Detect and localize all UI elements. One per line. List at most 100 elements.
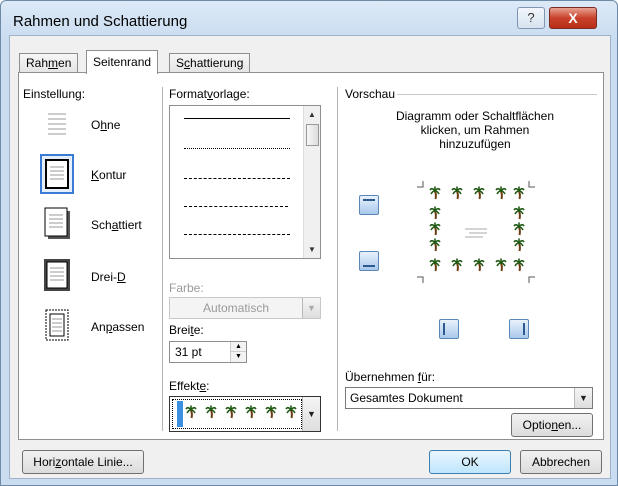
- left-border-button[interactable]: [439, 319, 459, 339]
- uebernehmen-label-text: ür:: [421, 370, 436, 384]
- close-button[interactable]: X: [549, 7, 597, 29]
- farbe-dropdown[interactable]: Automatisch ▼: [169, 297, 321, 319]
- palm-icon: [225, 405, 237, 419]
- preview-diagram[interactable]: [411, 177, 541, 287]
- vorschau-hint-2: klicken, um Rahmen: [420, 123, 530, 137]
- line-style-solid[interactable]: [184, 118, 290, 119]
- palm-icon: [495, 258, 507, 272]
- setting-label: Drei-: [91, 270, 117, 284]
- tab-panel-seitenrand: Einstellung: Ohne Kontur Schattiert Drei…: [18, 72, 604, 440]
- tab-rahmen[interactable]: Rahmen: [19, 53, 79, 73]
- button-label-hotkey: n: [551, 418, 558, 432]
- tab-label: Rah: [26, 56, 49, 70]
- column-divider: [337, 87, 338, 431]
- farbe-label: Farbe:: [169, 281, 204, 295]
- tab-label: hattierung: [190, 56, 244, 70]
- scroll-down-arrow-icon[interactable]: ▼: [308, 245, 316, 254]
- chevron-down-icon[interactable]: ▼: [302, 397, 320, 431]
- line-style-dashed-short[interactable]: [184, 178, 290, 179]
- tab-label: en: [58, 56, 72, 70]
- palm-icon: [451, 186, 463, 200]
- palm-icon: [513, 238, 525, 252]
- button-label: Optio: [522, 418, 552, 432]
- setting-kontur-label: Kontur: [91, 168, 126, 182]
- effekte-selected-art: [172, 399, 302, 429]
- top-border-button[interactable]: [359, 195, 379, 215]
- uebernehmen-value: Gesamtes Dokument: [350, 391, 463, 405]
- spin-up-icon[interactable]: ▲: [230, 342, 246, 352]
- palm-icon: [285, 405, 297, 419]
- formatvorlage-label: Formatvorlage:: [169, 87, 250, 101]
- setting-label: ttiert: [118, 218, 142, 232]
- line-style-dashed[interactable]: [184, 206, 288, 207]
- uebernehmen-label: Übernehmen für:: [345, 370, 435, 384]
- line-style-list[interactable]: ▲ ▼: [169, 105, 321, 259]
- setting-schattiert-icon[interactable]: [41, 204, 73, 242]
- abbrechen-button[interactable]: Abbrechen: [520, 450, 602, 474]
- vorschau-hint-3: hinzuzufügen: [439, 137, 511, 151]
- setting-drei-d-label: Drei-D: [91, 270, 126, 284]
- palm-icon: [429, 206, 441, 220]
- tab-label-hotkey: m: [48, 56, 59, 70]
- bottom-border-button[interactable]: [359, 251, 379, 271]
- vorschau-rule: [397, 94, 597, 95]
- scroll-up-arrow-icon[interactable]: ▲: [308, 110, 316, 119]
- setting-anpassen-icon[interactable]: [41, 306, 73, 344]
- formatvorlage-label-text: Format: [169, 87, 208, 101]
- line-style-scrollbar[interactable]: ▲ ▼: [303, 106, 320, 258]
- palm-icon: [265, 405, 277, 419]
- optionen-button[interactable]: Optionen...: [511, 413, 593, 437]
- effekte-dropdown[interactable]: ▼: [169, 396, 321, 432]
- vorschau-hint-1: Diagramm oder Schaltflächen: [395, 109, 555, 123]
- einstellung-label: Einstellung:: [23, 87, 86, 101]
- line-style-dotted[interactable]: [184, 148, 290, 149]
- scroll-thumb[interactable]: [306, 124, 319, 146]
- palm-border-art: [185, 405, 297, 419]
- palm-icon: [513, 186, 525, 200]
- setting-label: An: [91, 320, 106, 334]
- setting-label: O: [91, 118, 101, 132]
- setting-ohne-icon[interactable]: [41, 105, 73, 143]
- setting-kontur-icon[interactable]: [40, 154, 74, 194]
- setting-drei-d-icon[interactable]: [41, 256, 73, 294]
- tab-label: S: [176, 56, 185, 70]
- setting-anpassen-label: Anpassen: [91, 320, 144, 334]
- title-bar[interactable]: Rahmen und Schattierung ? X: [1, 1, 617, 37]
- column-divider: [162, 87, 163, 431]
- chevron-down-icon[interactable]: ▼: [302, 298, 320, 318]
- window-title: Rahmen und Schattierung: [13, 13, 188, 30]
- button-label: ontale Linie...: [61, 455, 133, 469]
- dialog-client: Rahmen Seitenrand Schattierung Einstellu…: [9, 35, 611, 479]
- tab-seitenrand[interactable]: Seitenrand: [86, 50, 159, 74]
- tab-schattierung[interactable]: Schattierung: [169, 53, 251, 73]
- palm-icon: [429, 186, 441, 200]
- button-label: Hori: [33, 455, 56, 469]
- breite-label-text: e:: [193, 323, 204, 337]
- farbe-value: Automatisch: [202, 301, 270, 315]
- horizontale-linie-button[interactable]: Horizontale Linie...: [22, 450, 144, 474]
- palm-icon: [513, 206, 525, 220]
- setting-schattiert-label: Schattiert: [91, 218, 142, 232]
- line-style-dash-dot[interactable]: [184, 234, 290, 235]
- breite-label-text: Brei: [169, 323, 191, 337]
- palm-icon: [495, 186, 507, 200]
- setting-ohne-label: Ohne: [91, 118, 120, 132]
- uebernehmen-dropdown[interactable]: Gesamtes Dokument ▼: [345, 387, 593, 409]
- setting-label: ontur: [99, 168, 127, 182]
- spin-down-icon[interactable]: ▼: [230, 352, 246, 362]
- palm-icon: [205, 405, 217, 419]
- breite-value: 31 pt: [175, 345, 202, 359]
- setting-label: ne: [107, 118, 121, 132]
- right-border-button[interactable]: [509, 319, 529, 339]
- formatvorlage-label-text: orlage:: [213, 87, 250, 101]
- palm-icon: [185, 405, 197, 419]
- dialog-window: Rahmen und Schattierung ? X Rahmen Seite…: [0, 0, 618, 486]
- vorschau-label: Vorschau: [345, 87, 396, 101]
- palm-icon: [245, 405, 257, 419]
- help-button[interactable]: ?: [517, 7, 545, 29]
- chevron-down-icon[interactable]: ▼: [574, 388, 592, 408]
- setting-label-hotkey: K: [91, 168, 100, 182]
- breite-spinner[interactable]: 31 pt ▲ ▼: [169, 341, 247, 363]
- ok-button[interactable]: OK: [429, 450, 511, 474]
- uebernehmen-label-text: Übernehmen: [345, 370, 418, 384]
